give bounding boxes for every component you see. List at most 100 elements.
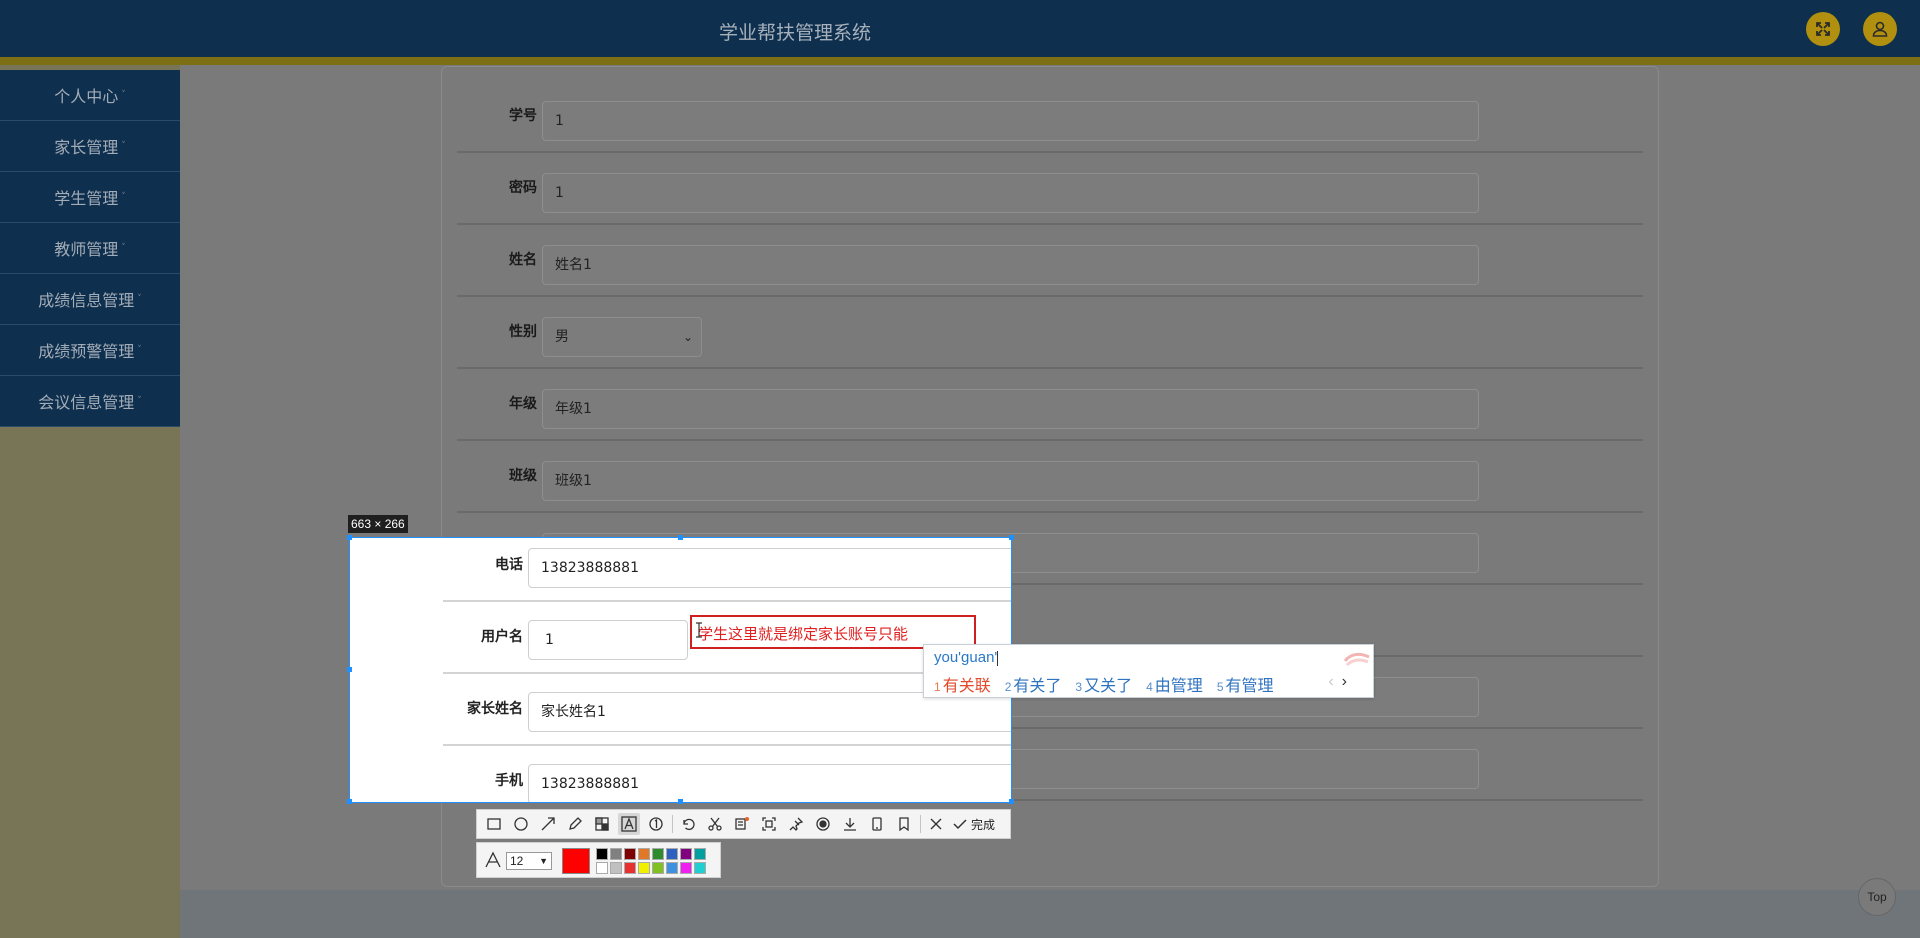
- student-id-input[interactable]: 1: [542, 101, 1479, 141]
- color-swatch[interactable]: [680, 848, 692, 860]
- field-label: 班级: [509, 468, 537, 484]
- toolbar-separator: [920, 815, 921, 833]
- chevron-down-icon: ˅: [121, 243, 126, 253]
- class-input[interactable]: 班级1: [542, 461, 1479, 501]
- undo-button[interactable]: [677, 813, 699, 835]
- phone-icon: [872, 817, 882, 831]
- form-row-grade: 年级 年级1: [457, 369, 1643, 441]
- color-swatch[interactable]: [638, 848, 650, 860]
- color-swatch[interactable]: [610, 848, 622, 860]
- header-accent-stripe: [0, 57, 1920, 65]
- ocr-button[interactable]: [731, 813, 753, 835]
- color-swatch[interactable]: [624, 848, 636, 860]
- sidebar-item-parent-management[interactable]: 家长管理 ˅: [0, 121, 180, 172]
- sidebar-item-teacher-management[interactable]: 教师管理 ˅: [0, 223, 180, 274]
- resize-handle[interactable]: [1009, 799, 1014, 804]
- resize-handle[interactable]: [347, 799, 352, 804]
- mosaic-tool[interactable]: [591, 813, 613, 835]
- fullscreen-button[interactable]: [1806, 12, 1840, 46]
- color-swatch[interactable]: [652, 862, 664, 874]
- bookmark-icon: [899, 817, 909, 832]
- username-select[interactable]: 1: [528, 620, 688, 660]
- user-menu-button[interactable]: [1863, 12, 1897, 46]
- ellipse-tool[interactable]: [510, 813, 532, 835]
- rectangle-icon: [487, 818, 501, 830]
- footer-bar: [180, 890, 1920, 938]
- screenshot-selection-region[interactable]: 电话 13823888881 用户名 1 家长姓名 家长姓名1 手机 13823…: [349, 537, 1012, 803]
- color-swatch[interactable]: [596, 848, 608, 860]
- scroll-capture-button[interactable]: [758, 813, 780, 835]
- current-color-swatch[interactable]: [562, 848, 590, 874]
- sidebar-item-meeting-info-management[interactable]: 会议信息管理 ˅: [0, 376, 180, 427]
- ime-candidate-number: 4: [1146, 680, 1153, 694]
- color-swatch[interactable]: [666, 848, 678, 860]
- color-swatch[interactable]: [596, 862, 608, 874]
- close-icon: [930, 818, 942, 830]
- ime-candidate-text: 有关了: [1013, 678, 1062, 695]
- record-button[interactable]: [812, 813, 834, 835]
- name-input[interactable]: 姓名1: [542, 245, 1479, 285]
- color-swatch[interactable]: [666, 862, 678, 874]
- favorite-button[interactable]: [893, 813, 915, 835]
- resize-handle[interactable]: [347, 667, 352, 672]
- resize-handle[interactable]: [678, 799, 683, 804]
- ime-candidate[interactable]: 2 有关了: [1005, 672, 1062, 696]
- cancel-button[interactable]: [925, 813, 947, 835]
- resize-handle[interactable]: [1009, 535, 1014, 540]
- ime-prev-page[interactable]: ‹: [1328, 673, 1333, 690]
- ime-candidate[interactable]: 5 有管理: [1217, 672, 1274, 696]
- grade-input[interactable]: 年级1: [542, 389, 1479, 429]
- save-button[interactable]: [839, 813, 861, 835]
- ime-candidate-text: 由管理: [1154, 678, 1203, 695]
- font-size-select[interactable]: 12 ▼: [506, 852, 552, 870]
- send-to-phone-button[interactable]: [866, 813, 888, 835]
- number-marker-tool[interactable]: [645, 813, 667, 835]
- color-swatch[interactable]: [694, 862, 706, 874]
- color-swatch[interactable]: [680, 862, 692, 874]
- color-swatch[interactable]: [638, 862, 650, 874]
- ime-candidate[interactable]: 1 有关联: [934, 672, 991, 696]
- form-row-gender: 性别 男 ⌄: [457, 297, 1643, 369]
- sidebar-item-student-management[interactable]: 学生管理 ˅: [0, 172, 180, 223]
- text-style-toolbar: 12 ▼: [476, 842, 721, 878]
- arrow-tool[interactable]: [537, 813, 559, 835]
- resize-handle[interactable]: [678, 535, 683, 540]
- sidebar-item-label: 学生管理: [54, 189, 119, 208]
- done-button[interactable]: 完成: [952, 816, 995, 833]
- form-row-password: 密码 1: [457, 153, 1643, 225]
- parent-name-input[interactable]: 家长姓名1: [528, 692, 1011, 732]
- resize-handle[interactable]: [347, 535, 352, 540]
- back-to-top-button[interactable]: Top: [1858, 878, 1896, 916]
- ime-next-page[interactable]: ›: [1342, 673, 1347, 690]
- ime-candidate[interactable]: 3 又关了: [1075, 672, 1132, 696]
- sidebar-item-grade-warning-management[interactable]: 成绩预警管理 ˅: [0, 325, 180, 376]
- chevron-down-icon: ˅: [137, 396, 142, 406]
- arrow-icon: [541, 817, 555, 831]
- field-label: 手机: [495, 773, 523, 789]
- color-palette: [596, 848, 706, 874]
- gender-select[interactable]: 男 ⌄: [542, 317, 702, 357]
- ime-candidate-number: 2: [1004, 680, 1012, 694]
- font-icon: [485, 851, 501, 868]
- pen-tool[interactable]: [564, 813, 586, 835]
- color-swatch[interactable]: [624, 862, 636, 874]
- ime-candidate-text: 有关联: [942, 678, 991, 695]
- color-swatch[interactable]: [610, 862, 622, 874]
- pin-button[interactable]: [785, 813, 807, 835]
- password-input[interactable]: 1: [542, 173, 1479, 213]
- sidebar-item-grade-info-management[interactable]: 成绩信息管理 ˅: [0, 274, 180, 325]
- field-label: 家长姓名: [467, 701, 523, 717]
- font-size-value: 12: [510, 854, 524, 868]
- caret-down-icon: ▼: [539, 856, 548, 866]
- text-tool[interactable]: [618, 813, 640, 835]
- rectangle-tool[interactable]: [483, 813, 505, 835]
- color-swatch[interactable]: [652, 848, 664, 860]
- ime-candidate[interactable]: 4 由管理: [1146, 672, 1203, 696]
- cutout-button[interactable]: [704, 813, 726, 835]
- phone-input[interactable]: 13823888881: [528, 548, 1011, 588]
- color-swatch[interactable]: [694, 848, 706, 860]
- text-cursor-icon: [696, 622, 702, 638]
- mobile-input[interactable]: 13823888881: [528, 764, 1011, 802]
- form-row-class: 班级 班级1: [457, 441, 1643, 513]
- sidebar-item-personal-center[interactable]: 个人中心 ˅: [0, 70, 180, 121]
